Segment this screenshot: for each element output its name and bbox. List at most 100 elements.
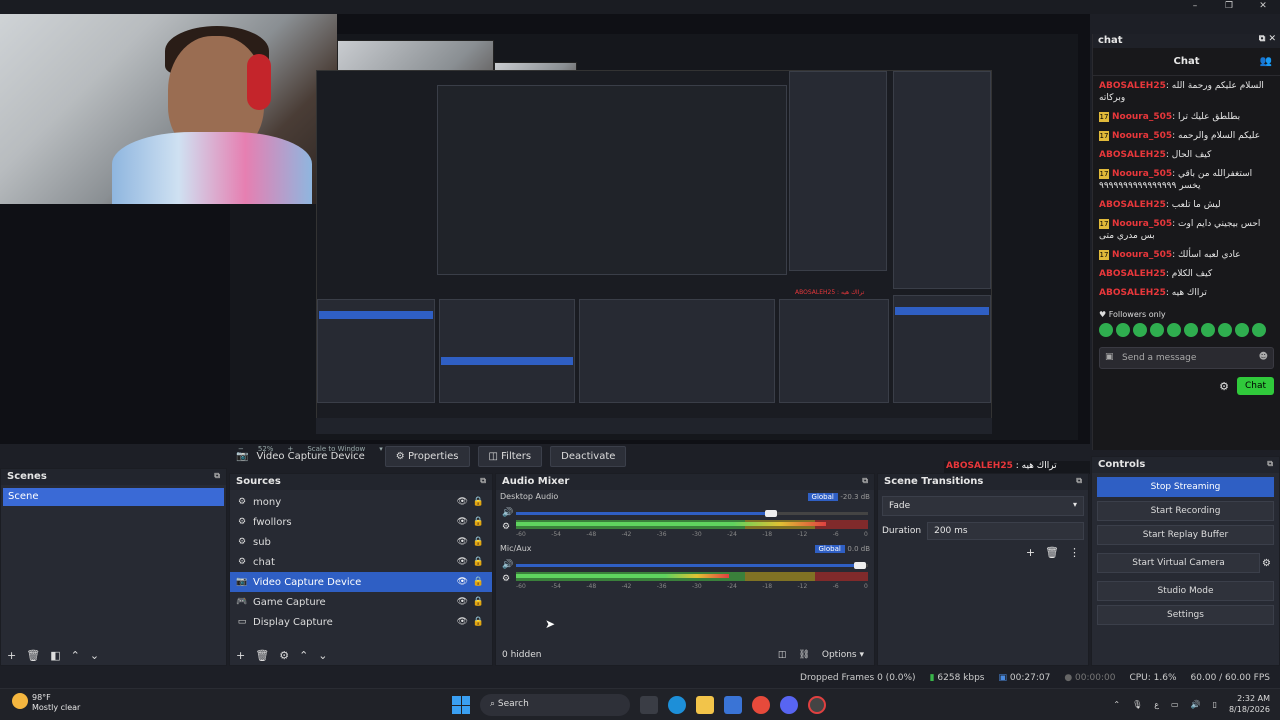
start-virtual-camera-button[interactable]: Start Virtual Camera xyxy=(1097,553,1261,573)
chat-input[interactable]: ▣ Send a message ☻ xyxy=(1099,347,1274,369)
users-icon[interactable]: 👥 xyxy=(1260,56,1272,67)
mic-icon[interactable]: 🎙 xyxy=(1132,700,1142,709)
source-item-game-capture[interactable]: 🎮 Game Capture 👁 🔒 xyxy=(230,592,492,612)
emote[interactable] xyxy=(1150,323,1164,337)
stop-streaming-button[interactable]: Stop Streaming xyxy=(1097,477,1274,497)
source-item-sub[interactable]: ⚙ sub 👁 🔒 xyxy=(230,532,492,552)
chat-username[interactable]: ABOSALEH25 xyxy=(1099,288,1166,298)
trash-icon[interactable]: 🗑 xyxy=(1045,546,1059,559)
discord-icon[interactable] xyxy=(780,696,798,714)
clock[interactable]: 2:32 AM 8/18/2026 xyxy=(1229,693,1270,715)
trash-icon[interactable]: 🗑 xyxy=(255,649,269,662)
transition-select[interactable]: Fade ▾ xyxy=(882,496,1084,516)
deactivate-button[interactable]: Deactivate xyxy=(550,445,627,467)
weather-widget[interactable]: 98°F Mostly clear xyxy=(12,693,80,713)
emote[interactable] xyxy=(1116,323,1130,337)
network-icon[interactable]: ▭ xyxy=(1171,700,1179,709)
lock-icon[interactable]: 🔒 xyxy=(473,537,484,547)
filters-button[interactable]: ◫ Filters xyxy=(477,445,543,467)
emote[interactable] xyxy=(1218,323,1232,337)
chat-username[interactable]: Nooura_505 xyxy=(1112,219,1172,229)
volume-knob[interactable] xyxy=(854,562,866,569)
chat-username[interactable]: ABOSALEH25 xyxy=(1099,150,1166,160)
speaker-icon[interactable]: 🔊 xyxy=(502,508,513,518)
chat-username[interactable]: Nooura_505 xyxy=(1112,250,1172,260)
settings-button[interactable]: Settings xyxy=(1097,605,1274,625)
eye-icon[interactable]: 👁 xyxy=(457,577,468,587)
start-icon[interactable] xyxy=(452,696,470,714)
link-icon[interactable]: ⛓ xyxy=(798,650,809,660)
move-down-icon[interactable]: ⌄ xyxy=(318,649,327,662)
scene-item[interactable]: Scene xyxy=(3,488,224,506)
chevron-up-icon[interactable]: ⌃ xyxy=(1113,700,1120,709)
move-up-icon[interactable]: ⌃ xyxy=(299,649,308,662)
emote[interactable] xyxy=(1252,323,1266,337)
source-item-video-capture[interactable]: 📷 Video Capture Device 👁 🔒 xyxy=(230,572,492,592)
add-icon[interactable]: + xyxy=(1026,546,1035,559)
undock-icon[interactable]: ⧉ xyxy=(1267,459,1273,469)
badge-icon[interactable]: ▣ xyxy=(1105,352,1114,362)
chat-username[interactable]: Nooura_505 xyxy=(1112,169,1172,179)
start-recording-button[interactable]: Start Recording xyxy=(1097,501,1274,521)
volume-icon[interactable]: 🔊 xyxy=(1191,700,1201,709)
undock-icon[interactable]: ⧉ xyxy=(480,476,486,486)
layout-icon[interactable]: ◫ xyxy=(778,650,787,660)
source-item-display-capture[interactable]: ▭ Display Capture 👁 🔒 xyxy=(230,612,492,632)
emote[interactable] xyxy=(1099,323,1113,337)
lock-icon[interactable]: 🔒 xyxy=(473,557,484,567)
duration-input[interactable]: 200 ms xyxy=(927,522,1084,540)
add-icon[interactable]: + xyxy=(7,649,16,662)
taskbar-search[interactable]: ⌕ Search xyxy=(480,694,630,716)
chat-send-button[interactable]: Chat xyxy=(1236,377,1274,395)
eye-icon[interactable]: 👁 xyxy=(457,497,468,507)
trash-icon[interactable]: 🗑 xyxy=(26,649,40,662)
file-explorer-icon[interactable] xyxy=(696,696,714,714)
emote[interactable] xyxy=(1167,323,1181,337)
move-down-icon[interactable]: ⌄ xyxy=(90,649,99,662)
gear-icon[interactable]: ⚙ xyxy=(279,649,289,662)
chat-username[interactable]: Nooura_505 xyxy=(1112,112,1172,122)
minimize-button[interactable]: – xyxy=(1178,0,1212,14)
volume-knob[interactable] xyxy=(764,510,777,517)
chat-username[interactable]: ABOSALEH25 xyxy=(1099,200,1166,210)
source-item-chat[interactable]: ⚙ chat 👁 🔒 xyxy=(230,552,492,572)
start-replay-buffer-button[interactable]: Start Replay Buffer xyxy=(1097,525,1274,545)
move-up-icon[interactable]: ⌃ xyxy=(71,649,80,662)
close-icon[interactable]: ⧉ ✕ xyxy=(1259,34,1276,44)
undock-icon[interactable]: ⧉ xyxy=(1076,476,1082,486)
chrome-icon[interactable] xyxy=(752,696,770,714)
chat-username[interactable]: Nooura_505 xyxy=(1112,131,1172,141)
eye-icon[interactable]: 👁 xyxy=(457,557,468,567)
edge-icon[interactable] xyxy=(668,696,686,714)
gear-icon[interactable]: ⚙ xyxy=(1262,558,1271,569)
speaker-icon[interactable]: 🔊 xyxy=(502,560,513,570)
eye-icon[interactable]: 👁 xyxy=(457,517,468,527)
source-item-mony[interactable]: ⚙ mony 👁 🔒 xyxy=(230,492,492,512)
eye-icon[interactable]: 👁 xyxy=(457,617,468,627)
gear-icon[interactable]: ⚙ xyxy=(1219,380,1229,393)
lock-icon[interactable]: 🔒 xyxy=(473,517,484,527)
emote[interactable] xyxy=(1201,323,1215,337)
chat-username[interactable]: ABOSALEH25 xyxy=(1099,81,1166,91)
filter-icon[interactable]: ◧ xyxy=(50,649,60,662)
close-button[interactable]: ✕ xyxy=(1246,0,1280,14)
more-icon[interactable]: ⋮ xyxy=(1069,546,1080,559)
emote[interactable] xyxy=(1184,323,1198,337)
undock-icon[interactable]: ⧉ xyxy=(862,476,868,486)
eye-icon[interactable]: 👁 xyxy=(457,537,468,547)
battery-icon[interactable]: ▯ xyxy=(1213,700,1217,709)
maximize-button[interactable]: ❐ xyxy=(1212,0,1246,14)
lock-icon[interactable]: 🔒 xyxy=(473,577,484,587)
add-icon[interactable]: + xyxy=(236,649,245,662)
language-indicator[interactable]: ع xyxy=(1154,700,1159,709)
eye-icon[interactable]: 👁 xyxy=(457,597,468,607)
emote[interactable] xyxy=(1235,323,1249,337)
options-button[interactable]: Options ▾ xyxy=(822,650,864,660)
emoji-icon[interactable]: ☻ xyxy=(1259,352,1268,362)
properties-button[interactable]: ⚙ Properties xyxy=(384,445,470,467)
source-item-fwollors[interactable]: ⚙ fwollors 👁 🔒 xyxy=(230,512,492,532)
chat-username[interactable]: ABOSALEH25 xyxy=(1099,269,1166,279)
lock-icon[interactable]: 🔒 xyxy=(473,597,484,607)
lock-icon[interactable]: 🔒 xyxy=(473,497,484,507)
undock-icon[interactable]: ⧉ xyxy=(214,471,220,481)
